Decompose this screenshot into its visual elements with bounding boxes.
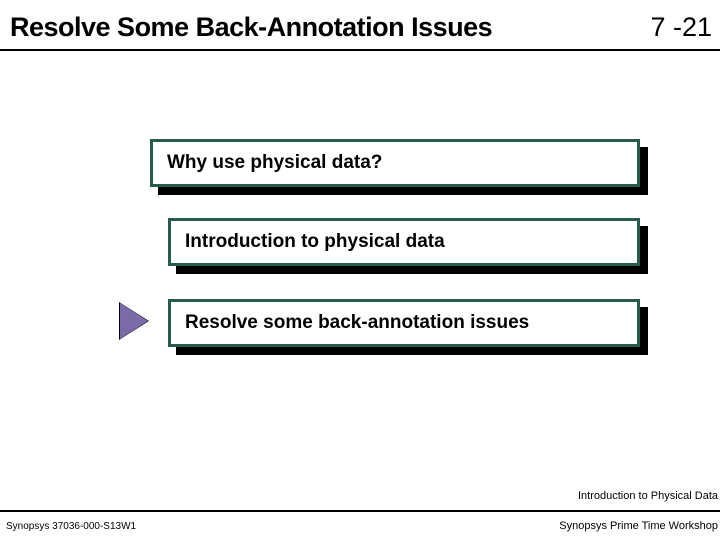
topic-box: Introduction to physical data bbox=[168, 218, 640, 266]
footer-doc-id: Synopsys 37036-000-S13W1 bbox=[6, 521, 136, 532]
topic-label: Why use physical data? bbox=[150, 139, 640, 187]
slide-title: Resolve Some Back-Annotation Issues bbox=[10, 12, 492, 43]
footer-workshop: Synopsys Prime Time Workshop bbox=[559, 520, 718, 532]
topic-label: Introduction to physical data bbox=[168, 218, 640, 266]
footer-divider bbox=[0, 510, 720, 512]
topic-label: Resolve some back-annotation issues bbox=[168, 299, 640, 347]
slide-header: Resolve Some Back-Annotation Issues 7 -2… bbox=[0, 0, 720, 49]
topic-box: Why use physical data? bbox=[150, 139, 640, 187]
slide-content: Why use physical data? Introduction to p… bbox=[0, 51, 720, 471]
slide-footer: Introduction to Physical Data Synopsys 3… bbox=[0, 482, 720, 540]
topic-box: Resolve some back-annotation issues bbox=[168, 299, 640, 347]
current-topic-arrow-icon bbox=[120, 303, 148, 339]
page-number: 7 -21 bbox=[650, 12, 712, 43]
footer-section-title: Introduction to Physical Data bbox=[578, 490, 718, 502]
